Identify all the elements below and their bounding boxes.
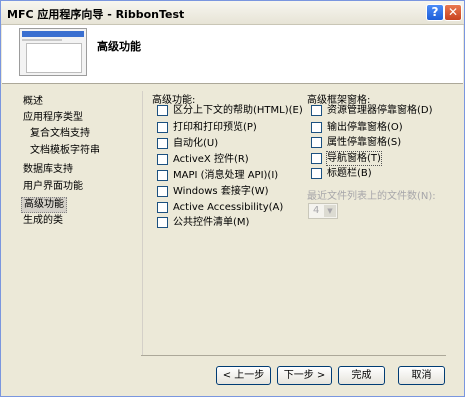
next-button[interactable]: 下一步 > [277,366,332,385]
nav-item-compound-doc[interactable]: 复合文档支持 [28,127,92,141]
checkbox-label: 标题栏(B) [327,168,372,179]
checkbox-box[interactable] [157,138,168,149]
button-separator [141,355,446,356]
close-button[interactable]: ✕ [444,4,462,21]
checkbox-box[interactable] [157,202,168,213]
checkbox-label: Windows 套接字(W) [173,186,269,197]
mru-count-value: 4 [313,205,320,216]
checkbox-box[interactable] [157,217,168,228]
nav-item-advanced[interactable]: 高级功能 [21,197,67,213]
window-title: MFC 应用程序向导 - RibbonTest [7,8,185,21]
finish-button[interactable]: 完成 [338,366,385,385]
checkbox-box[interactable] [157,186,168,197]
mru-count-select[interactable]: 4 ▼ [308,203,338,219]
chevron-down-icon: ▼ [324,205,336,217]
checkbox-box[interactable] [157,105,168,116]
help-button[interactable]: ? [426,4,444,21]
checkbox-box[interactable] [157,122,168,133]
checkbox-label: 资源管理器停靠窗格(D) [327,105,433,116]
checkbox-label: 公共控件清单(M) [173,217,250,228]
checkbox-label: 输出停靠窗格(O) [327,122,403,133]
checkbox-box[interactable] [311,137,322,148]
wizard-window: MFC 应用程序向导 - RibbonTest ? ✕ 高级功能 概述 应用程序… [0,0,465,397]
checkbox-box[interactable] [311,105,322,116]
prev-button[interactable]: < 上一步 [216,366,271,385]
checkbox-label: 导航窗格(T) [326,151,382,166]
checkbox-label: 属性停靠窗格(S) [327,137,402,148]
nav-divider [142,91,143,355]
checkbox-label: ActiveX 控件(R) [173,154,249,165]
checkbox-label: MAPI (消息处理 API)(I) [173,170,279,181]
checkbox-box[interactable] [157,170,168,181]
page-title: 高级功能 [97,40,141,53]
checkbox-box[interactable] [311,122,322,133]
nav-item-app-type[interactable]: 应用程序类型 [21,111,85,125]
checkbox-label: 自动化(U) [173,138,219,149]
nav-item-ui-features[interactable]: 用户界面功能 [21,180,85,194]
cancel-button[interactable]: 取消 [398,366,445,385]
wizard-thumbnail-image [19,28,87,76]
checkbox-label: 区分上下文的帮助(HTML)(E) [173,105,303,116]
title-bar: MFC 应用程序向导 - RibbonTest ? ✕ [1,1,464,25]
mru-count-label: 最近文件列表上的文件数(N): [307,191,436,202]
checkbox-box[interactable] [311,153,322,164]
checkbox-box[interactable] [157,154,168,165]
nav-item-overview[interactable]: 概述 [21,95,45,109]
checkbox-label: 打印和打印预览(P) [173,122,257,133]
checkbox-label: Active Accessibility(A) [173,202,284,213]
nav-item-generated-classes[interactable]: 生成的类 [21,214,65,228]
nav-item-doc-template[interactable]: 文档模板字符串 [28,144,102,158]
nav-item-database[interactable]: 数据库支持 [21,163,75,177]
wizard-header: 高级功能 [2,25,463,84]
checkbox-box[interactable] [311,168,322,179]
